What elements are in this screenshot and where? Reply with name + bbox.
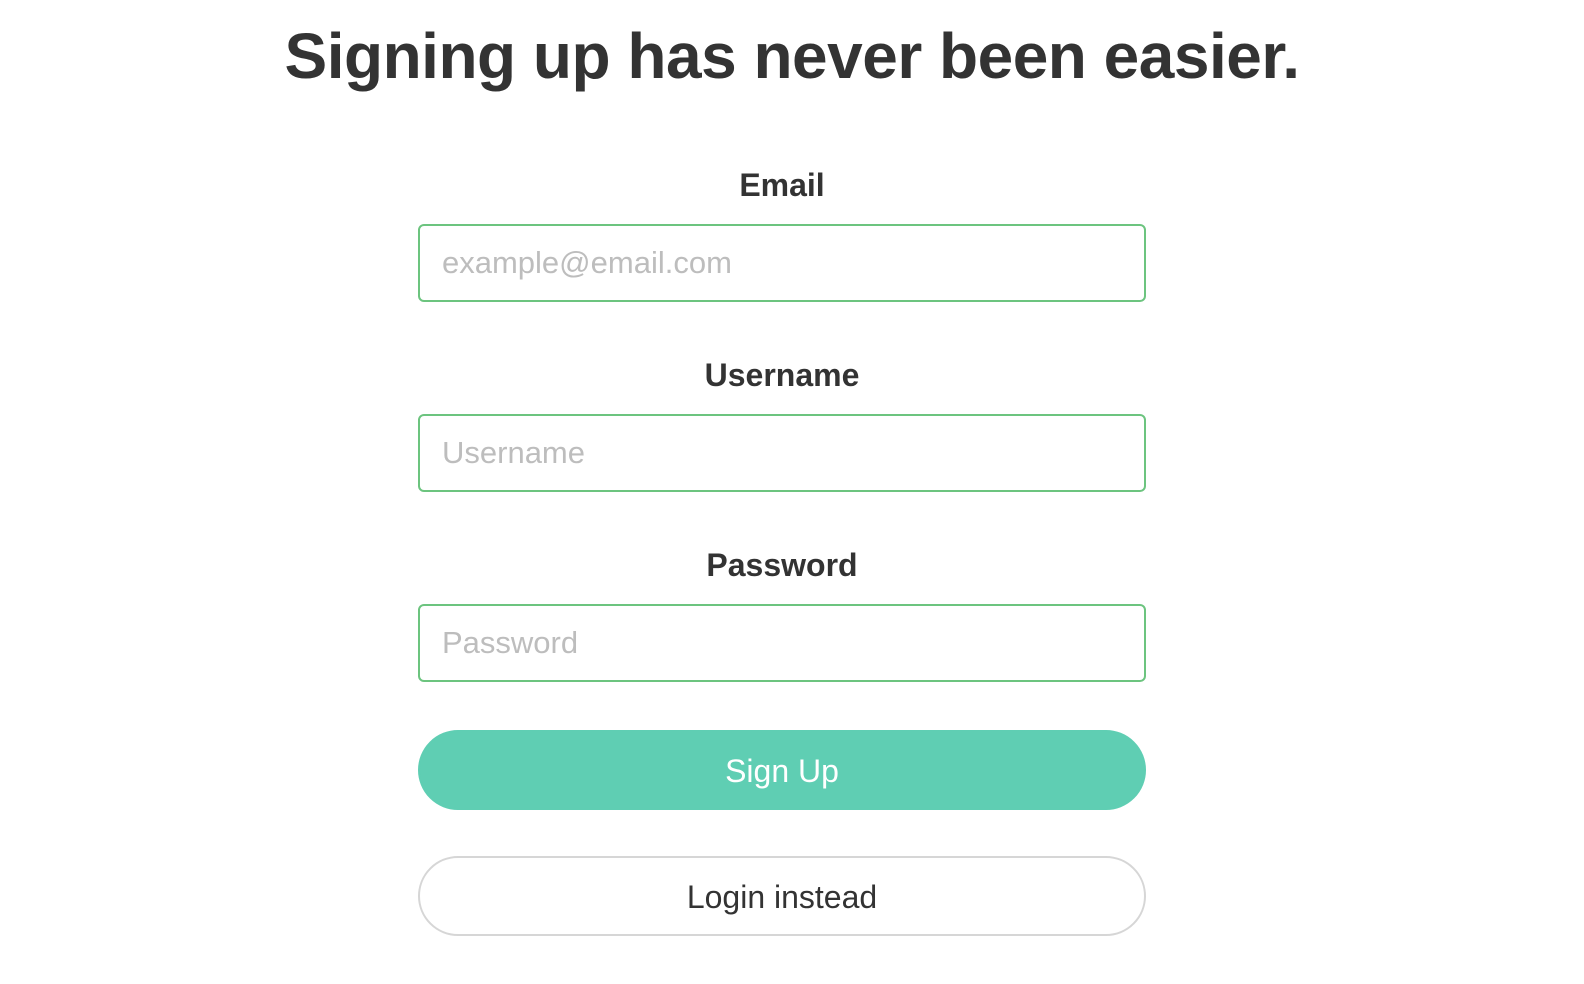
- username-field-group: Username: [418, 350, 1146, 492]
- login-instead-button[interactable]: Login instead: [418, 856, 1146, 936]
- username-input[interactable]: [418, 414, 1146, 492]
- email-input[interactable]: [418, 224, 1146, 302]
- username-label: Username: [704, 357, 860, 393]
- page-title: Signing up has never been easier.: [284, 20, 1300, 92]
- email-field-group: Email: [418, 160, 1146, 302]
- password-input[interactable]: [418, 604, 1146, 682]
- sign-up-button[interactable]: Sign Up: [418, 730, 1146, 810]
- password-label: Password: [706, 547, 858, 583]
- password-field-group: Password: [418, 540, 1146, 682]
- email-label: Email: [739, 167, 825, 203]
- signup-form: Email Username Password Sign Up Login in…: [418, 160, 1146, 936]
